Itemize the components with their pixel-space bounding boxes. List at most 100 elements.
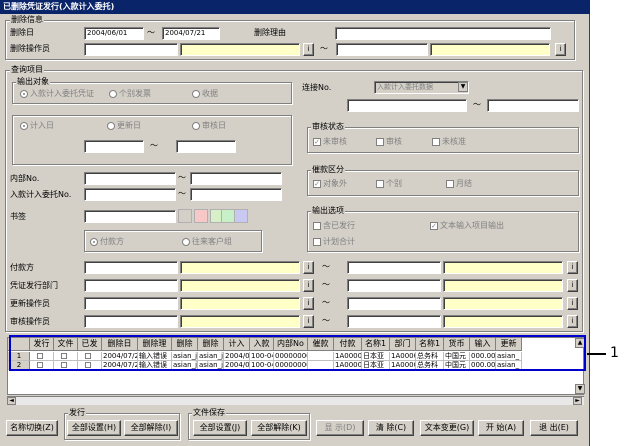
issue-group-title: 发行 bbox=[68, 408, 86, 418]
chevron-down-icon[interactable]: ▼ bbox=[458, 82, 468, 92]
range-row-label: 凭证发行部门 bbox=[10, 281, 58, 290]
date-type-option-2[interactable]: 更新日 bbox=[107, 121, 141, 131]
range-to-lookup-button[interactable]: i bbox=[567, 315, 578, 328]
range-from-name bbox=[180, 297, 300, 310]
internal-no-to[interactable] bbox=[190, 172, 282, 185]
link-no-select[interactable]: 入款计入委托数据 bbox=[374, 81, 469, 94]
date-range-to[interactable] bbox=[176, 140, 236, 153]
tilde: ～ bbox=[178, 189, 186, 198]
pay-type-customer-group[interactable]: 往来客户组 bbox=[182, 237, 232, 247]
date-type-option-3[interactable]: 审核日 bbox=[192, 121, 226, 131]
output-target-option-2[interactable]: 个别发票 bbox=[109, 89, 151, 99]
radio-icon bbox=[90, 237, 98, 246]
date-type-option-1[interactable]: 计入日 bbox=[20, 121, 54, 131]
range-to-code[interactable] bbox=[347, 261, 441, 274]
range-to-name bbox=[443, 297, 563, 310]
range-to-name bbox=[443, 261, 563, 274]
dunning-monthly[interactable]: 月结 bbox=[446, 179, 472, 189]
deletion-reason-input[interactable] bbox=[335, 27, 551, 40]
output-option-plan-total[interactable]: 计划合计 bbox=[313, 237, 355, 247]
deletion-operator-to-lookup-button[interactable]: i bbox=[555, 43, 566, 56]
radio-icon bbox=[20, 89, 28, 98]
link-no-to[interactable] bbox=[487, 99, 579, 112]
file-set-all-button[interactable]: 全部设置(J) bbox=[193, 420, 247, 436]
checkbox-icon bbox=[432, 137, 440, 146]
output-option-include-issued[interactable]: 含已发行 bbox=[313, 221, 355, 231]
review-status-title: 审核状态 bbox=[311, 122, 345, 132]
range-to-lookup-button[interactable]: i bbox=[567, 297, 578, 310]
checkbox-icon bbox=[376, 179, 384, 188]
deletion-operator-from-name bbox=[180, 43, 300, 56]
color-swatch-green[interactable] bbox=[221, 209, 235, 223]
deletion-date-from[interactable]: 2004/06/01 bbox=[84, 27, 144, 40]
range-from-lookup-button[interactable]: i bbox=[303, 279, 314, 292]
scroll-right-icon[interactable]: ► bbox=[573, 397, 582, 405]
range-from-lookup-button[interactable]: i bbox=[303, 297, 314, 310]
range-from-code[interactable] bbox=[84, 261, 178, 274]
exit-button[interactable]: 退 出(E) bbox=[530, 420, 578, 436]
dunning-individual[interactable]: 个别 bbox=[376, 179, 402, 189]
pay-type-payer[interactable]: 付款方 bbox=[90, 237, 124, 247]
tilde: ～ bbox=[147, 28, 155, 37]
deletion-reason-label: 删除理由 bbox=[254, 28, 286, 37]
deletion-date-label: 删除日 bbox=[10, 28, 34, 37]
range-to-name bbox=[443, 279, 563, 292]
range-from-lookup-button[interactable]: i bbox=[303, 261, 314, 274]
review-status-unreviewed[interactable]: ✓ 未审核 bbox=[313, 137, 347, 147]
range-to-lookup-button[interactable]: i bbox=[567, 279, 578, 292]
range-to-lookup-button[interactable]: i bbox=[567, 261, 578, 274]
date-range-from[interactable] bbox=[84, 140, 144, 153]
display-button[interactable]: 显 示(D) bbox=[316, 420, 364, 436]
review-status-reviewed[interactable]: 审核 bbox=[376, 137, 402, 147]
deletion-date-to[interactable]: 2004/07/21 bbox=[162, 27, 220, 40]
tilde: ～ bbox=[322, 298, 330, 307]
color-swatch-pink[interactable] bbox=[194, 209, 208, 223]
window-title: 已删除凭证发行(入款计入委托) bbox=[0, 0, 590, 14]
deletion-operator-from-code[interactable] bbox=[84, 43, 178, 56]
tilde: ～ bbox=[322, 316, 330, 325]
file-clear-all-button[interactable]: 全部解除(K) bbox=[251, 420, 307, 436]
app-window: 已删除凭证发行(入款计入委托) 删除信息 删除日 2004/06/01 ～ 20… bbox=[0, 0, 590, 446]
range-from-code[interactable] bbox=[84, 297, 178, 310]
color-swatch-white[interactable] bbox=[178, 209, 192, 223]
horizontal-scrollbar[interactable]: ◄ ► bbox=[7, 396, 584, 405]
issue-set-all-button[interactable]: 全部设置(H) bbox=[67, 420, 121, 436]
issue-clear-all-button[interactable]: 全部解除(I) bbox=[124, 420, 178, 436]
link-no-from[interactable] bbox=[347, 99, 467, 112]
entry-no-to[interactable] bbox=[190, 188, 282, 201]
color-swatch-lavender[interactable] bbox=[234, 209, 248, 223]
output-target-option-3[interactable]: 收据 bbox=[192, 89, 218, 99]
deletion-operator-to-code[interactable] bbox=[336, 43, 428, 56]
clear-button[interactable]: 清 除(C) bbox=[368, 420, 414, 436]
range-from-lookup-button[interactable]: i bbox=[303, 315, 314, 328]
file-save-group-title: 文件保存 bbox=[192, 408, 226, 418]
review-status-unapproved[interactable]: 未核准 bbox=[432, 137, 466, 147]
tilde: ～ bbox=[150, 141, 158, 150]
dunning-excluded[interactable]: ✓ 对象外 bbox=[313, 179, 347, 189]
output-target-option-1[interactable]: 入款计入委托凭证 bbox=[20, 89, 94, 99]
start-button[interactable]: 开 始(A) bbox=[478, 420, 524, 436]
range-to-code[interactable] bbox=[347, 279, 441, 292]
deletion-operator-from-lookup-button[interactable]: i bbox=[303, 43, 314, 56]
range-to-code[interactable] bbox=[347, 315, 441, 328]
scroll-left-icon[interactable]: ◄ bbox=[7, 397, 16, 405]
internal-no-from[interactable] bbox=[84, 172, 176, 185]
range-from-name bbox=[180, 261, 300, 274]
range-from-code[interactable] bbox=[84, 279, 178, 292]
range-to-code[interactable] bbox=[347, 297, 441, 310]
entry-no-label: 入款计入委托No. bbox=[10, 190, 72, 199]
entry-no-from[interactable] bbox=[84, 188, 176, 201]
output-target-title: 输出对象 bbox=[16, 77, 50, 87]
scroll-down-icon[interactable]: ▼ bbox=[575, 384, 585, 394]
text-change-button[interactable]: 文本变更(G) bbox=[420, 420, 474, 436]
query-title: 查询项目 bbox=[10, 65, 44, 75]
checkbox-checked-icon: ✓ bbox=[313, 179, 321, 188]
radio-icon bbox=[182, 237, 190, 246]
range-from-code[interactable] bbox=[84, 315, 178, 328]
output-option-text-items[interactable]: ✓ 文本输入项目输出 bbox=[430, 221, 504, 231]
memo-input[interactable] bbox=[84, 210, 176, 223]
link-no-label: 连接No. bbox=[302, 83, 332, 92]
name-switch-button[interactable]: 名称切换(Z) bbox=[6, 420, 58, 436]
callout-box bbox=[9, 335, 586, 371]
tilde: ～ bbox=[322, 280, 330, 289]
